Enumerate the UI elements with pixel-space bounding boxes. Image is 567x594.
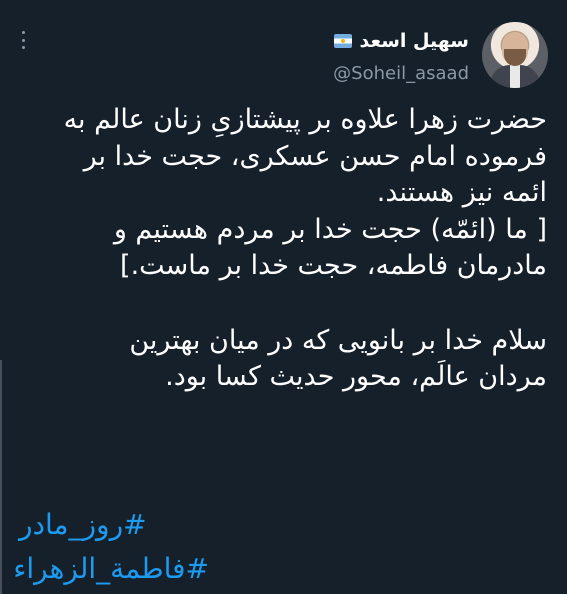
tweet-line: مادرمان فاطمه، حجت خدا بر ماست.] (120, 250, 547, 281)
argentina-flag-icon (333, 34, 352, 48)
tweet-line: فرموده امام حسن عسکری، حجت خدا بر (83, 140, 547, 172)
tweet-line: مردان عالَم، محور حدیث کسا بود. (165, 361, 547, 392)
tweet-line: سلام خدا بر بانویی که در میان بهترین (129, 324, 547, 356)
hashtags: #روز_مادر #فاطمة_الزهراء (13, 503, 209, 591)
tweet-line: ائمه نیز هستند. (376, 177, 547, 208)
author-handle[interactable]: @Soheil_asaad (333, 63, 469, 84)
hashtag-link[interactable]: #فاطمة_الزهراء (13, 547, 209, 591)
left-divider (0, 360, 2, 594)
tweet-line: [ ما (ائمّه) حجت خدا بر مردم هستیم و (113, 213, 547, 245)
avatar-shirt (510, 65, 520, 88)
avatar-beard (504, 49, 526, 66)
display-name[interactable]: سهیل اسعد (360, 30, 469, 52)
avatar[interactable] (482, 22, 548, 88)
tweet-card: سهیل اسعد @Soheil_asaad حضرت زهرا علاوه … (0, 0, 567, 594)
author-row: سهیل اسعد (333, 30, 469, 52)
hashtag-link[interactable]: #روز_مادر (19, 503, 209, 547)
tweet-line: حضرت زهرا علاوه بر پیشتازیِ زنان عالم به (63, 104, 547, 135)
more-icon[interactable] (17, 31, 29, 49)
tweet-text: حضرت زهرا علاوه بر پیشتازیِ زنان عالم به… (17, 102, 547, 396)
